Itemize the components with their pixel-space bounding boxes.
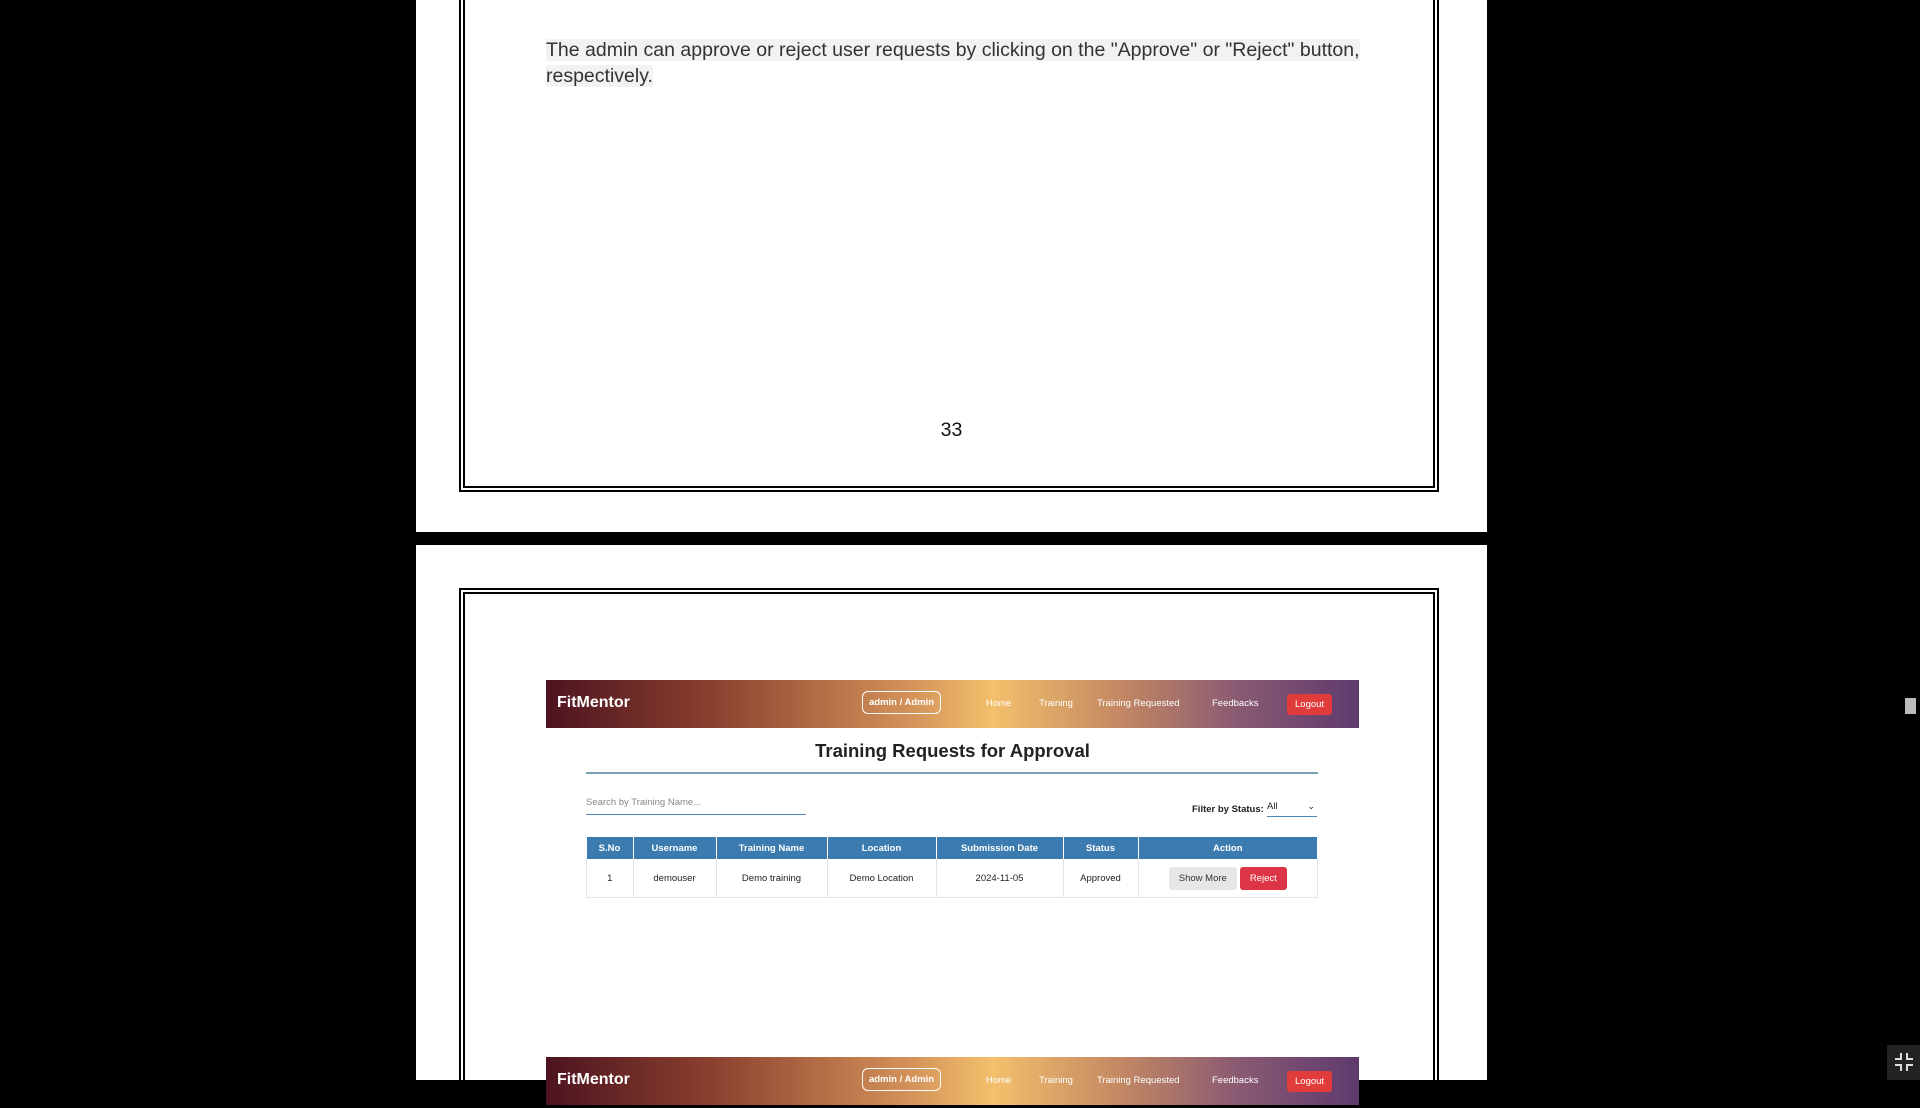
- cell-date: 2024-11-05: [936, 859, 1064, 898]
- requests-table: S.No Username Training Name Location Sub…: [586, 837, 1318, 898]
- document-page-34: FitMentor admin / Admin Home Training Tr…: [416, 545, 1487, 1108]
- brand-logo: FitMentor: [557, 1071, 630, 1088]
- filter-label: Filter by Status:: [1192, 804, 1264, 815]
- cell-sno: 1: [586, 859, 634, 898]
- role-badge: admin / Admin: [862, 691, 942, 714]
- nav-home: Home: [986, 1075, 1012, 1086]
- brand-logo: FitMentor: [557, 694, 630, 711]
- col-location: Location: [827, 837, 937, 859]
- status-select: All ⌄: [1267, 801, 1317, 817]
- embedded-screenshot-2: FitMentor admin / Admin Home Training Tr…: [546, 1057, 1359, 1105]
- scrollbar-thumb[interactable]: [1905, 698, 1916, 714]
- reject-button: Reject: [1239, 866, 1287, 890]
- col-sno: S.No: [586, 837, 634, 859]
- page-number: 33: [940, 419, 963, 441]
- nav-training-requested: Training Requested: [1097, 698, 1180, 709]
- exit-fullscreen-icon[interactable]: [1887, 1045, 1920, 1080]
- cell-location: Demo Location: [827, 859, 937, 898]
- cell-status: Approved: [1063, 859, 1139, 898]
- app-navbar: FitMentor admin / Admin Home Training Tr…: [546, 680, 1359, 728]
- col-status: Status: [1063, 837, 1139, 859]
- col-action: Action: [1138, 837, 1318, 859]
- table-row: 1 demouser Demo training Demo Location 2…: [586, 859, 1318, 898]
- nav-home: Home: [986, 698, 1012, 709]
- title-divider: [586, 772, 1318, 774]
- exit-fullscreen-icon-svg: [1894, 1053, 1913, 1071]
- body-paragraph: The admin can approve or reject user req…: [546, 39, 1360, 87]
- logout-button: Logout: [1287, 1071, 1333, 1092]
- cell-training: Demo training: [716, 859, 828, 898]
- chevron-down-icon: ⌄: [1307, 801, 1315, 811]
- screenshot-title: Training Requests for Approval: [815, 740, 1090, 761]
- embedded-screenshot: FitMentor admin / Admin Home Training Tr…: [546, 680, 1359, 898]
- col-username: Username: [633, 837, 717, 859]
- search-input: Search by Training Name...: [586, 797, 806, 815]
- nav-training: Training: [1039, 1075, 1073, 1086]
- app-navbar: FitMentor admin / Admin Home Training Tr…: [546, 1057, 1359, 1105]
- nav-feedbacks: Feedbacks: [1212, 1075, 1259, 1086]
- col-submission-date: Submission Date: [936, 837, 1064, 859]
- logout-button: Logout: [1287, 694, 1333, 715]
- cell-action: Show More Reject: [1138, 859, 1318, 898]
- nav-training-requested: Training Requested: [1097, 1075, 1180, 1086]
- status-select-value: All: [1267, 801, 1278, 812]
- nav-training: Training: [1039, 698, 1073, 709]
- col-training-name: Training Name: [716, 837, 828, 859]
- show-more-button: Show More: [1168, 866, 1237, 890]
- document-page-33: The admin can approve or reject user req…: [416, 0, 1487, 532]
- nav-feedbacks: Feedbacks: [1212, 698, 1259, 709]
- cell-username: demouser: [633, 859, 717, 898]
